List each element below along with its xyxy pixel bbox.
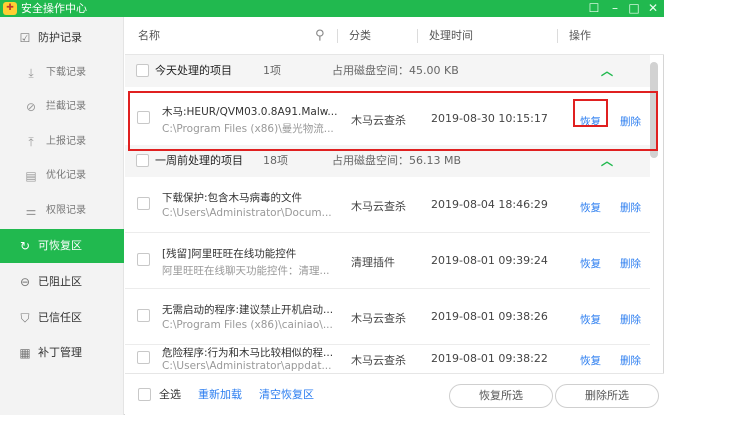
item-path: C:\Users\Administrator\Docum...: [162, 207, 332, 219]
table-header: 名称 ⚲ 分类 处理时间 操作: [125, 17, 664, 55]
column-divider: [337, 29, 338, 43]
block-icon: ⊘: [25, 100, 37, 114]
group-count: 1项: [263, 64, 281, 77]
app-logo-icon: ✚: [3, 2, 17, 15]
edit-icon: ☑: [19, 31, 31, 45]
delete-selected-button[interactable]: 删除所选: [555, 384, 659, 408]
search-icon[interactable]: ⚲: [315, 17, 325, 55]
upload-icon: ⤒: [28, 135, 34, 149]
item-time: 2019-08-01 09:38:26: [431, 310, 548, 323]
sidebar-item-protection-log[interactable]: ☑ 防护记录: [0, 21, 124, 55]
feedback-icon[interactable]: ☐: [585, 0, 603, 17]
sidebar-item-block-log[interactable]: ⊘ 拦截记录: [0, 90, 124, 124]
reload-link[interactable]: 重新加载: [198, 374, 242, 416]
item-name: 下载保护:包含木马病毒的文件: [162, 192, 303, 204]
item-category: 清理插件: [351, 256, 395, 269]
table-row[interactable]: [残留]阿里旺旺在线功能控件 阿里旺旺在线聊天功能控件：清理... 清理插件 2…: [125, 233, 650, 289]
sidebar-item-download-log[interactable]: ⤓ 下载记录: [0, 56, 124, 90]
table-row[interactable]: 下载保护:包含木马病毒的文件 C:\Users\Administrator\Do…: [125, 177, 650, 233]
close-button[interactable]: ✕: [644, 0, 662, 17]
patch-icon: ▦: [19, 346, 31, 360]
item-time: 2019-08-04 18:46:29: [431, 198, 548, 211]
restore-highlight-box: [573, 99, 608, 127]
sidebar-item-blocked-area[interactable]: ⊖ 已阻止区: [0, 265, 124, 299]
restore-link[interactable]: 恢复: [580, 200, 601, 215]
group-checkbox[interactable]: [136, 64, 149, 77]
delete-link[interactable]: 删除: [620, 312, 641, 327]
sidebar-item-label: 可恢复区: [38, 239, 82, 252]
permission-icon: ⚌: [25, 204, 37, 218]
security-center-window: ✚ 安全操作中心 ☐ – □ ✕ ☑ 防护记录 ⤓ 下载记录 ⊘ 拦截记录 ⤒ …: [0, 0, 664, 415]
sidebar-item-label: 补丁管理: [38, 346, 82, 359]
sidebar-item-permission-log[interactable]: ⚌ 权限记录: [0, 194, 124, 228]
item-category: 木马云查杀: [351, 200, 406, 213]
sidebar-item-label: 防护记录: [38, 31, 82, 44]
sidebar-item-label: 下载记录: [46, 67, 86, 78]
column-header-action: 操作: [569, 29, 591, 42]
sidebar-item-label: 拦截记录: [46, 101, 86, 112]
row-checkbox[interactable]: [137, 351, 150, 364]
sidebar-item-label: 优化记录: [46, 170, 86, 181]
optimize-icon: ▤: [25, 169, 37, 183]
title-bar: ✚ 安全操作中心 ☐ – □ ✕: [0, 0, 664, 17]
delete-link[interactable]: 删除: [620, 256, 641, 271]
select-all-label[interactable]: 全选: [159, 374, 181, 416]
select-all-checkbox[interactable]: [138, 388, 151, 401]
sidebar-item-restorable-area[interactable]: ↻ 可恢复区: [0, 229, 124, 263]
blocked-area-icon: ⊖: [19, 275, 31, 289]
group-header-today[interactable]: 今天处理的项目 1项 占用磁盘空间：45.00 KB ︿: [125, 55, 650, 87]
sidebar-item-label: 已信任区: [38, 311, 82, 324]
column-divider: [557, 29, 558, 43]
clear-restore-area-link[interactable]: 清空恢复区: [259, 374, 314, 416]
window-title: 安全操作中心: [21, 2, 87, 15]
column-header-name: 名称: [138, 29, 160, 42]
item-category: 木马云查杀: [351, 354, 406, 367]
item-path: 阿里旺旺在线聊天功能控件：清理...: [162, 265, 330, 277]
row-checkbox[interactable]: [137, 197, 150, 210]
table-row[interactable]: 无需启动的程序:建议禁止开机启动... C:\Program Files (x8…: [125, 289, 650, 345]
item-category: 木马云查杀: [351, 312, 406, 325]
item-name: [残留]阿里旺旺在线功能控件: [162, 248, 297, 260]
restore-link[interactable]: 恢复: [580, 256, 601, 271]
restore-icon: ↻: [19, 239, 31, 253]
delete-link[interactable]: 删除: [620, 200, 641, 215]
group-checkbox[interactable]: [136, 154, 149, 167]
sidebar-item-label: 已阻止区: [38, 275, 82, 288]
maximize-button[interactable]: □: [625, 0, 643, 17]
sidebar: ☑ 防护记录 ⤓ 下载记录 ⊘ 拦截记录 ⤒ 上报记录 ▤ 优化记录 ⚌ 权限记…: [0, 17, 124, 415]
delete-link[interactable]: 删除: [620, 353, 641, 368]
item-path: C:\Program Files (x86)\cainiao\...: [162, 319, 333, 331]
item-time: 2019-08-01 09:38:22: [431, 352, 548, 365]
restore-selected-button[interactable]: 恢复所选: [449, 384, 553, 408]
collapse-chevron-icon[interactable]: ︿: [601, 55, 613, 87]
trusted-icon: ⛉: [20, 311, 30, 325]
restore-link[interactable]: 恢复: [580, 312, 601, 327]
minimize-button[interactable]: –: [606, 0, 624, 17]
sidebar-item-patch-management[interactable]: ▦ 补丁管理: [0, 336, 124, 370]
column-divider: [417, 29, 418, 43]
footer-bar: 全选 重新加载 清空恢复区 恢复所选 删除所选: [125, 373, 664, 415]
row-checkbox[interactable]: [137, 309, 150, 322]
item-path: C:\Users\Administrator\appdat...: [162, 360, 332, 372]
sidebar-item-optimize-log[interactable]: ▤ 优化记录: [0, 159, 124, 193]
column-header-category: 分类: [349, 29, 371, 42]
restore-link[interactable]: 恢复: [580, 353, 601, 368]
sidebar-item-report-log[interactable]: ⤒ 上报记录: [0, 125, 124, 159]
group-disk-usage: 占用磁盘空间：45.00 KB: [332, 64, 459, 77]
item-name: 危险程序:行为和木马比较相似的程...: [162, 347, 334, 359]
group-name: 今天处理的项目: [155, 64, 232, 77]
sidebar-item-label: 上报记录: [46, 136, 86, 147]
table-row[interactable]: 危险程序:行为和木马比较相似的程... C:\Users\Administrat…: [125, 345, 650, 373]
column-header-time[interactable]: 处理时间: [429, 17, 473, 55]
item-time: 2019-08-01 09:39:24: [431, 254, 548, 267]
sidebar-item-trusted-area[interactable]: ⛉ 已信任区: [0, 301, 124, 335]
download-icon: ⤓: [28, 66, 34, 80]
item-name: 无需启动的程序:建议禁止开机启动...: [162, 304, 334, 316]
sidebar-item-label: 权限记录: [46, 205, 86, 216]
row-checkbox[interactable]: [137, 253, 150, 266]
